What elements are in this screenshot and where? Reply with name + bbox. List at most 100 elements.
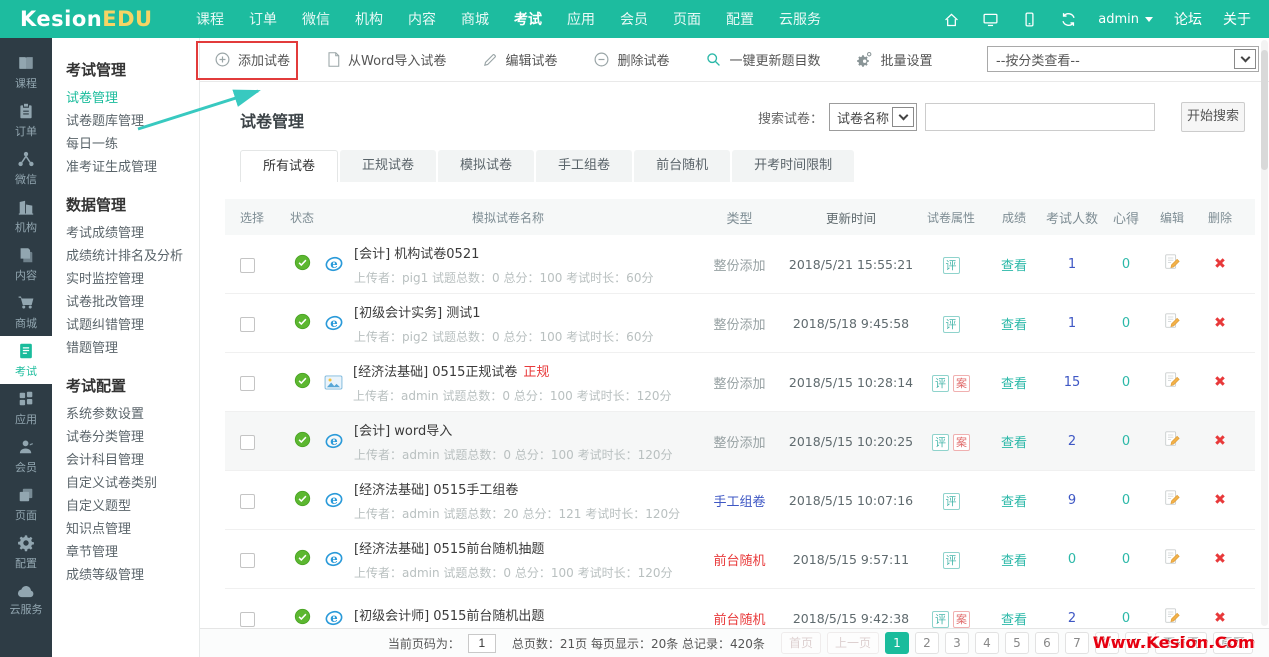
top-menu-item[interactable]: 商城	[461, 9, 489, 29]
row-checkbox[interactable]	[240, 494, 255, 509]
delete-icon[interactable]	[1213, 492, 1227, 506]
sidebar-item[interactable]: 准考证生成管理	[52, 156, 199, 179]
user-menu[interactable]: admin	[1098, 12, 1153, 27]
scrollbar-thumb[interactable]	[1261, 50, 1268, 170]
mobile-icon[interactable]	[1021, 11, 1038, 28]
edit-icon[interactable]	[1163, 489, 1181, 507]
edit-icon[interactable]	[1163, 430, 1181, 448]
sync-icon[interactable]	[1060, 11, 1077, 28]
sidebar-item[interactable]: 系统参数设置	[52, 403, 199, 426]
top-menu-item[interactable]: 配置	[726, 9, 754, 29]
delete-icon[interactable]	[1213, 433, 1227, 447]
top-menu-item[interactable]: 课程	[196, 9, 224, 29]
tab[interactable]: 开考时间限制	[732, 150, 854, 182]
rail-item[interactable]: 商城	[0, 288, 52, 336]
about-link[interactable]: 关于	[1223, 9, 1251, 29]
row-checkbox[interactable]	[240, 612, 255, 627]
sidebar-item[interactable]: 章节管理	[52, 541, 199, 564]
category-filter-select[interactable]: --按分类查看--	[987, 46, 1259, 72]
row-checkbox[interactable]	[240, 317, 255, 332]
score-view-link[interactable]: 查看	[1001, 613, 1027, 628]
page-button[interactable]: 1	[885, 632, 909, 654]
row-checkbox[interactable]	[240, 553, 255, 568]
search-button[interactable]: 开始搜索	[1181, 102, 1245, 132]
toolbar-button[interactable]: 一键更新题目数	[705, 50, 820, 69]
edit-icon[interactable]	[1163, 312, 1181, 330]
tab[interactable]: 前台随机	[634, 150, 730, 182]
monitor-icon[interactable]	[982, 11, 999, 28]
forum-link[interactable]: 论坛	[1174, 9, 1202, 29]
score-view-link[interactable]: 查看	[1001, 259, 1027, 274]
top-menu-item[interactable]: 内容	[408, 9, 436, 29]
page-button[interactable]: 首页	[781, 632, 821, 654]
sidebar-item[interactable]: 成绩统计排名及分析	[52, 245, 199, 268]
tab[interactable]: 正规试卷	[340, 150, 436, 182]
sidebar-item[interactable]: 错题管理	[52, 337, 199, 360]
delete-icon[interactable]	[1213, 256, 1227, 270]
sidebar-item[interactable]: 自定义题型	[52, 495, 199, 518]
rail-item[interactable]: 课程	[0, 48, 52, 96]
rail-item[interactable]: 订单	[0, 96, 52, 144]
top-menu-item[interactable]: 订单	[249, 9, 277, 29]
page-button[interactable]: 6	[1035, 632, 1059, 654]
current-page-input[interactable]	[468, 634, 496, 653]
top-menu-item[interactable]: 微信	[302, 9, 330, 29]
top-menu-item[interactable]: 应用	[567, 9, 595, 29]
rail-item[interactable]: 配置	[0, 528, 52, 576]
top-menu-item[interactable]: 机构	[355, 9, 383, 29]
row-checkbox[interactable]	[240, 258, 255, 273]
page-button[interactable]: 7	[1065, 632, 1089, 654]
tab[interactable]: 所有试卷	[240, 150, 338, 182]
sidebar-item[interactable]: 试卷分类管理	[52, 426, 199, 449]
home-icon[interactable]	[943, 11, 960, 28]
sidebar-item[interactable]: 成绩等级管理	[52, 564, 199, 587]
delete-icon[interactable]	[1213, 551, 1227, 565]
app-logo[interactable]: KesionEDU	[0, 7, 196, 31]
page-button[interactable]: 5	[1005, 632, 1029, 654]
sidebar-item[interactable]: 实时监控管理	[52, 268, 199, 291]
delete-icon[interactable]	[1213, 610, 1227, 624]
rail-item[interactable]: 应用	[0, 384, 52, 432]
search-field-select[interactable]: 试卷名称	[829, 103, 917, 131]
sidebar-item[interactable]: 试卷批改管理	[52, 291, 199, 314]
toolbar-button[interactable]: 编辑试卷	[482, 50, 557, 69]
delete-icon[interactable]	[1213, 374, 1227, 388]
delete-icon[interactable]	[1213, 315, 1227, 329]
edit-icon[interactable]	[1163, 607, 1181, 625]
search-input[interactable]	[925, 103, 1155, 131]
select-arrow-button[interactable]	[1234, 49, 1256, 69]
scrollbar[interactable]	[1261, 40, 1268, 626]
score-view-link[interactable]: 查看	[1001, 495, 1027, 510]
rail-item[interactable]: 机构	[0, 192, 52, 240]
row-checkbox[interactable]	[240, 435, 255, 450]
page-button[interactable]: 4	[975, 632, 999, 654]
edit-icon[interactable]	[1163, 253, 1181, 271]
toolbar-button[interactable]: 删除试卷	[593, 50, 669, 69]
sidebar-item[interactable]: 会计科目管理	[52, 449, 199, 472]
sidebar-item[interactable]: 试卷题库管理	[52, 110, 199, 133]
edit-icon[interactable]	[1163, 371, 1181, 389]
tab[interactable]: 手工组卷	[536, 150, 632, 182]
top-menu-item[interactable]: 考试	[514, 9, 542, 29]
score-view-link[interactable]: 查看	[1001, 554, 1027, 569]
toolbar-button[interactable]: 从Word导入试卷	[326, 50, 446, 69]
toolbar-button[interactable]: 添加试卷	[214, 50, 290, 69]
score-view-link[interactable]: 查看	[1001, 377, 1027, 392]
sidebar-item[interactable]: 知识点管理	[52, 518, 199, 541]
sidebar-item[interactable]: 试卷管理	[52, 87, 199, 110]
rail-item[interactable]: 页面	[0, 480, 52, 528]
top-menu-item[interactable]: 云服务	[779, 9, 821, 29]
tab[interactable]: 模拟试卷	[438, 150, 534, 182]
rail-item[interactable]: 考试	[0, 336, 52, 384]
edit-icon[interactable]	[1163, 548, 1181, 566]
page-button[interactable]: 2	[915, 632, 939, 654]
page-button[interactable]: 3	[945, 632, 969, 654]
score-view-link[interactable]: 查看	[1001, 436, 1027, 451]
rail-item[interactable]: 内容	[0, 240, 52, 288]
sidebar-item[interactable]: 试题纠错管理	[52, 314, 199, 337]
sidebar-item[interactable]: 考试成绩管理	[52, 222, 199, 245]
rail-item[interactable]: 会员	[0, 432, 52, 480]
select-arrow-button[interactable]	[892, 107, 914, 127]
score-view-link[interactable]: 查看	[1001, 318, 1027, 333]
rail-item[interactable]: 云服务	[0, 576, 52, 624]
